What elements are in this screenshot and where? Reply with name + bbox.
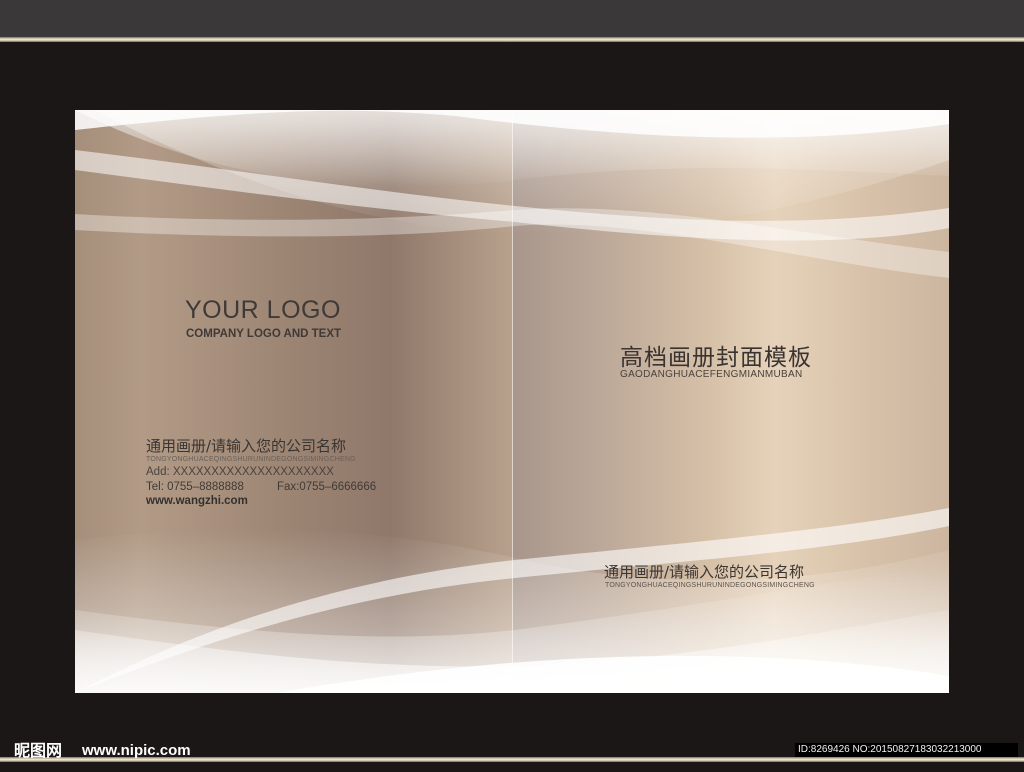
logo-subtitle: COMPANY LOGO AND TEXT — [186, 328, 342, 340]
address: Add: XXXXXXXXXXXXXXXXXXXXX — [146, 466, 334, 478]
website: www.wangzhi.com — [146, 495, 248, 507]
logo-title: YOUR LOGO — [185, 296, 341, 324]
fold-line — [512, 110, 513, 693]
telephone: Tel: 0755–8888888 — [146, 481, 244, 493]
nipic-logo: 昵图网 — [14, 741, 62, 760]
right-company-pinyin: TONGYONGHUACEQINGSHURUNINDEGONGSIMINGCHE… — [605, 582, 815, 589]
cover-title-pinyin: GAODANGHUACEFENGMIANMUBAN — [620, 369, 803, 380]
gold-line-top — [0, 37, 1024, 42]
top-strip — [0, 0, 1024, 37]
right-company-name: 通用画册/请输入您的公司名称 — [604, 563, 805, 581]
fax: Fax:0755–6666666 — [277, 481, 377, 493]
left-company-pinyin: TONGYONGHUACEQINGSHURUNINDEGONGSIMINGCHE… — [146, 456, 356, 463]
left-company-name: 通用画册/请输入您的公司名称 — [146, 437, 347, 455]
svg-text:昵图网: 昵图网 — [14, 741, 62, 760]
cover-title: 高档画册封面模板 — [620, 345, 812, 371]
brochure-cover — [75, 110, 949, 693]
watermark-id: ID:8269426 NO:20150827183032213000 — [795, 743, 1018, 757]
watermark-site[interactable]: www.nipic.com — [82, 742, 191, 759]
